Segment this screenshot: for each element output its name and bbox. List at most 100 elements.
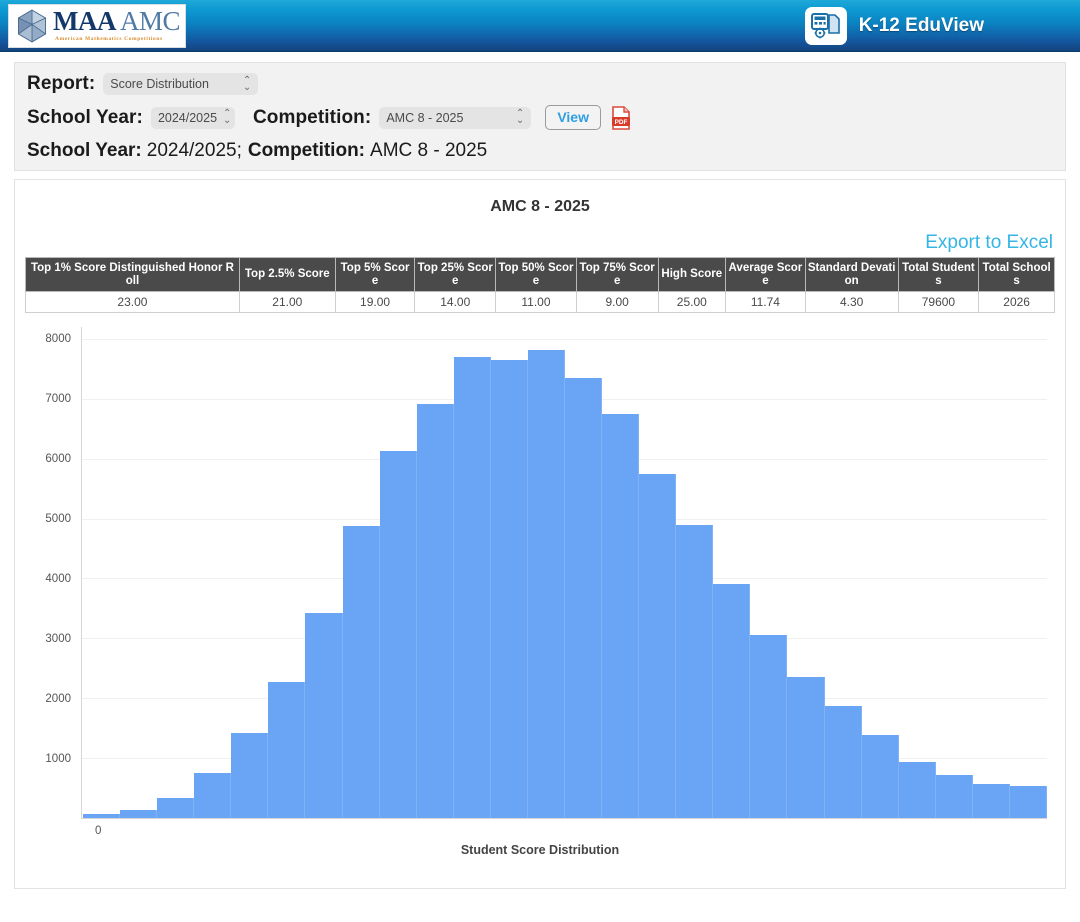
school-year-select-value: 2024/2025: [158, 111, 217, 125]
school-year-select[interactable]: 2024/2025: [151, 107, 235, 129]
report-controls-panel: Report: Score Distribution School Year: …: [14, 62, 1066, 171]
histogram-bar[interactable]: [157, 798, 194, 818]
histogram-bar[interactable]: [491, 360, 528, 818]
histogram-bar[interactable]: [1010, 786, 1047, 818]
table-header-cell: Top 75% Score: [576, 258, 658, 292]
maa-amc-logo[interactable]: MAAAMC American Mathematics Competitions: [8, 4, 186, 48]
table-header-cell: High Score: [658, 258, 726, 292]
x-axis-title: Student Score Distribution: [25, 843, 1055, 857]
logo-subtitle: American Mathematics Competitions: [55, 37, 180, 43]
histogram-bar[interactable]: [268, 682, 305, 818]
summary-school-year-value: 2024/2025;: [147, 140, 242, 162]
y-axis-tick-label: 1000: [45, 753, 71, 765]
table-header-cell: Top 1% Score Distinguished Honor Roll: [26, 258, 240, 292]
table-cell: 79600: [898, 292, 979, 313]
report-row: Report: Score Distribution: [27, 73, 1053, 95]
chevron-updown-icon: [223, 109, 231, 126]
eduview-report-icon: [805, 7, 847, 45]
logo-amc-text: AMC: [120, 6, 180, 36]
histogram-bar[interactable]: [602, 414, 639, 818]
table-header-cell: Total Students: [898, 258, 979, 292]
table-cell: 21.00: [239, 292, 335, 313]
y-axis-tick-label: 5000: [45, 513, 71, 525]
chart-plot-area: [81, 327, 1047, 819]
competition-select-value: AMC 8 - 2025: [386, 111, 463, 125]
table-header-cell: Top 25% Score: [415, 258, 496, 292]
icosahedron-icon: [13, 7, 51, 45]
histogram-bar[interactable]: [565, 378, 602, 818]
histogram-bar[interactable]: [380, 451, 417, 818]
table-cell: 19.00: [335, 292, 415, 313]
y-axis-tick-label: 6000: [45, 453, 71, 465]
school-year-label: School Year:: [27, 107, 143, 129]
table-cell: 4.30: [805, 292, 898, 313]
histogram-bar[interactable]: [83, 814, 120, 818]
svg-text:PDF: PDF: [615, 119, 628, 126]
summary-stats-table: Top 1% Score Distinguished Honor RollTop…: [25, 257, 1055, 313]
table-row: 23.0021.0019.0014.0011.009.0025.0011.744…: [26, 292, 1055, 313]
histogram-bar[interactable]: [639, 474, 676, 818]
table-header-cell: Top 5% Score: [335, 258, 415, 292]
chevron-updown-icon: [243, 76, 251, 93]
table-header-cell: Average Score: [726, 258, 806, 292]
histogram-bar[interactable]: [194, 773, 231, 819]
table-header-cell: Top 2.5% Score: [239, 258, 335, 292]
histogram-bar[interactable]: [676, 525, 713, 818]
report-label: Report:: [27, 73, 95, 95]
year-competition-row: School Year: 2024/2025 Competition: AMC …: [27, 105, 1053, 130]
competition-select[interactable]: AMC 8 - 2025: [379, 107, 531, 129]
histogram-bar[interactable]: [862, 735, 899, 818]
histogram-bar[interactable]: [825, 706, 862, 818]
histogram-bar[interactable]: [417, 404, 454, 818]
summary-competition-label: Competition:: [248, 140, 365, 162]
y-axis-tick-label: 8000: [45, 333, 71, 345]
histogram-bar[interactable]: [454, 357, 491, 818]
histogram-bar[interactable]: [787, 677, 824, 818]
report-panel: AMC 8 - 2025 Export to Excel Top 1% Scor…: [14, 179, 1066, 889]
table-cell: 25.00: [658, 292, 726, 313]
summary-competition-value: AMC 8 - 2025: [370, 140, 487, 162]
selection-summary: School Year: 2024/2025; Competition: AMC…: [27, 140, 1053, 162]
table-cell: 11.74: [726, 292, 806, 313]
export-to-excel-link[interactable]: Export to Excel: [25, 232, 1053, 254]
histogram-bar[interactable]: [305, 613, 342, 818]
score-distribution-chart: 1000 2000 3000 4000 5000 6000 7000 8000 0 Stude…: [25, 327, 1055, 857]
histogram-bar[interactable]: [528, 350, 565, 818]
table-header-cell: Total Schools: [979, 258, 1055, 292]
report-title: AMC 8 - 2025: [25, 198, 1055, 216]
chevron-updown-icon: [516, 109, 524, 126]
table-cell: 11.00: [496, 292, 577, 313]
pdf-export-icon[interactable]: PDF: [611, 106, 631, 130]
report-select-value: Score Distribution: [110, 77, 209, 91]
view-button[interactable]: View: [545, 105, 601, 130]
y-axis-tick-label: 3000: [45, 633, 71, 645]
table-header-cell: Standard Devation: [805, 258, 898, 292]
table-cell: 23.00: [26, 292, 240, 313]
app-banner: MAAAMC American Mathematics Competitions: [0, 0, 1080, 52]
y-axis-labels: 1000 2000 3000 4000 5000 6000 7000 8000: [25, 327, 77, 819]
histogram-bar[interactable]: [750, 635, 787, 818]
table-cell: 9.00: [576, 292, 658, 313]
histogram-bar[interactable]: [343, 526, 380, 818]
histogram-bar[interactable]: [231, 733, 268, 818]
summary-school-year-label: School Year:: [27, 140, 142, 162]
table-header-cell: Top 50% Score: [496, 258, 577, 292]
table-cell: 2026: [979, 292, 1055, 313]
logo-maa-text: MAA: [53, 6, 116, 36]
histogram-bar[interactable]: [936, 775, 973, 818]
histogram-bars: [83, 327, 1047, 818]
histogram-bar[interactable]: [713, 584, 750, 818]
histogram-bar[interactable]: [973, 784, 1010, 818]
table-cell: 14.00: [415, 292, 496, 313]
x-axis-zero-label: 0: [95, 825, 101, 837]
y-axis-tick-label: 7000: [45, 393, 71, 405]
app-title: K-12 EduView: [859, 15, 984, 37]
y-axis-tick-label: 2000: [45, 693, 71, 705]
report-select[interactable]: Score Distribution: [103, 73, 258, 95]
histogram-bar[interactable]: [120, 810, 157, 818]
table-header-row: Top 1% Score Distinguished Honor RollTop…: [26, 258, 1055, 292]
y-axis-tick-label: 4000: [45, 573, 71, 585]
app-brand: K-12 EduView: [805, 0, 984, 52]
histogram-bar[interactable]: [899, 762, 936, 818]
competition-label: Competition:: [253, 107, 371, 129]
